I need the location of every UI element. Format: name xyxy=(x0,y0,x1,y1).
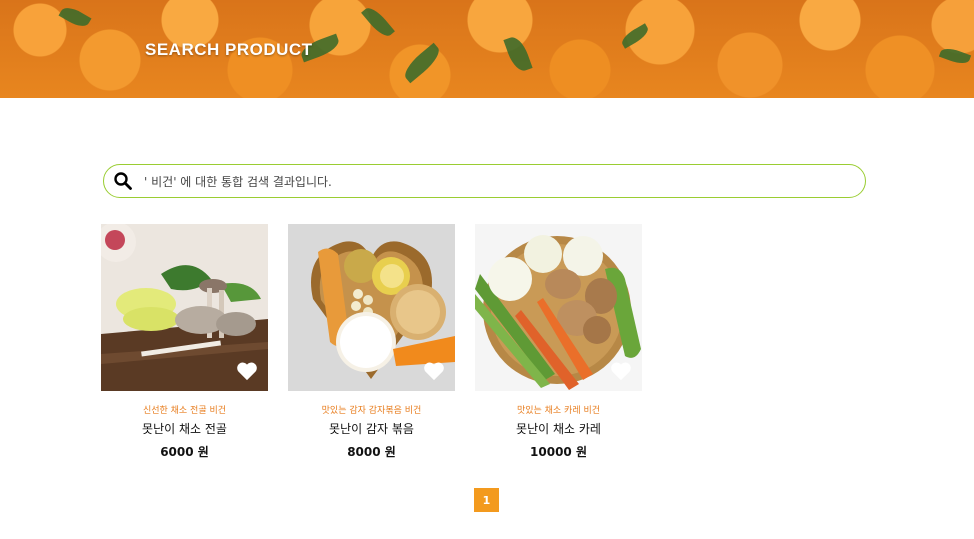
product-subtitle: 맛있는 채소 카레 비건 xyxy=(516,406,601,416)
product-image[interactable] xyxy=(101,224,268,391)
leaf-decoration xyxy=(503,34,533,74)
product-image[interactable] xyxy=(288,224,455,391)
leaf-decoration xyxy=(938,45,972,67)
search-bar[interactable]: ' 비건' 에 대한 통합 검색 결과입니다. xyxy=(103,164,866,198)
product-price: 6000 원 xyxy=(160,445,209,459)
product-card[interactable]: 신선한 채소 전골 비건 못난이 채소 전골 6000 원 xyxy=(101,224,268,460)
heart-icon[interactable] xyxy=(423,361,445,381)
product-card[interactable]: 맛있는 감자 감자볶음 비건 못난이 감자 볶음 8000 원 xyxy=(288,224,455,460)
product-subtitle: 신선한 채소 전골 비건 xyxy=(142,406,227,416)
leaf-decoration xyxy=(400,42,444,84)
product-name[interactable]: 못난이 채소 카레 xyxy=(475,420,642,437)
product-name[interactable]: 못난이 채소 전골 xyxy=(101,420,268,437)
leaf-decoration xyxy=(58,3,92,31)
search-result-text: ' 비건' 에 대한 통합 검색 결과입니다. xyxy=(144,174,332,189)
page-number-button[interactable]: 1 xyxy=(474,488,499,512)
leaf-decoration xyxy=(619,23,651,49)
product-price: 8000 원 xyxy=(347,445,396,459)
product-card[interactable]: 맛있는 채소 카레 비건 못난이 채소 카레 10000 원 xyxy=(475,224,642,460)
heart-icon[interactable] xyxy=(610,361,632,381)
page-title: SEARCH PRODUCT xyxy=(145,40,313,59)
search-icon[interactable] xyxy=(106,164,140,198)
heart-icon[interactable] xyxy=(236,361,258,381)
product-price: 10000 원 xyxy=(530,445,587,459)
header-banner: SEARCH PRODUCT xyxy=(0,0,974,98)
product-image[interactable] xyxy=(475,224,642,391)
leaf-decoration xyxy=(361,3,395,41)
product-subtitle: 맛있는 감자 감자볶음 비건 xyxy=(321,406,422,416)
product-name[interactable]: 못난이 감자 볶음 xyxy=(288,420,455,437)
